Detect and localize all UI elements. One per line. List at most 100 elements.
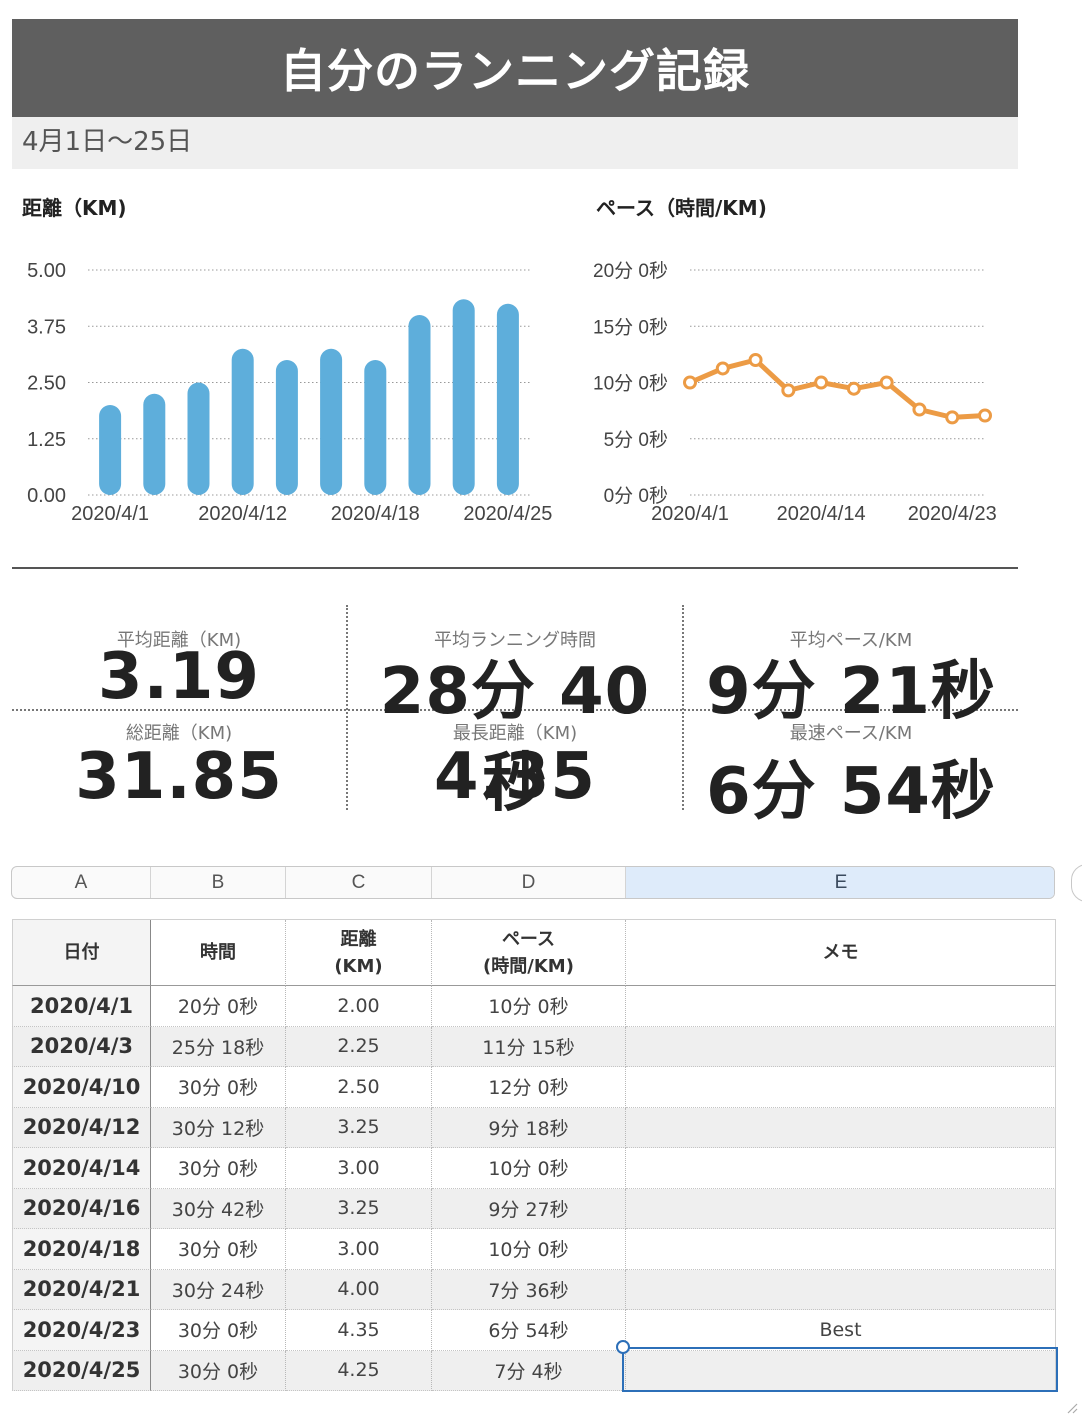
column-header-b[interactable]: B — [151, 867, 286, 898]
cell-distance[interactable]: 3.00 — [286, 1229, 432, 1270]
column-header-d[interactable]: D — [432, 867, 626, 898]
cell-date[interactable]: 2020/4/12 — [12, 1107, 151, 1148]
bar — [408, 315, 431, 495]
column-header-a[interactable]: A — [12, 867, 151, 898]
cell-pace[interactable]: 12分 0秒 — [432, 1067, 626, 1108]
cell-time[interactable]: 30分 0秒 — [151, 1067, 286, 1108]
header-pace-label: ペース — [501, 928, 556, 950]
cell-memo[interactable] — [626, 1107, 1056, 1148]
cell-memo[interactable] — [626, 1269, 1056, 1310]
cell-time[interactable]: 30分 0秒 — [151, 1229, 286, 1270]
avg-distance-value: 3.19 — [98, 640, 260, 714]
selection-handle[interactable] — [616, 1340, 630, 1354]
cell-date[interactable]: 2020/4/10 — [12, 1067, 151, 1108]
cell-time[interactable]: 30分 0秒 — [151, 1148, 286, 1189]
bar — [320, 348, 343, 495]
table-header-row: 日付 時間 距離 (KM) ペース (時間/KM) メモ — [12, 920, 1056, 986]
cell-time[interactable]: 20分 0秒 — [151, 986, 286, 1027]
line-point — [978, 408, 992, 423]
cell-distance[interactable]: 2.50 — [286, 1067, 432, 1108]
table-row: 2020/4/3 25分 18秒 2.25 11分 15秒 — [12, 1026, 1056, 1067]
bar — [143, 393, 166, 495]
cell-pace[interactable]: 10分 0秒 — [432, 1148, 626, 1189]
cell-pace[interactable]: 7分 4秒 — [432, 1350, 626, 1391]
cell-memo[interactable] — [626, 1229, 1056, 1270]
y-tick-label: 5.00 — [27, 260, 66, 282]
cell-memo[interactable] — [626, 986, 1056, 1027]
line-point — [879, 375, 894, 390]
cell-distance[interactable]: 2.00 — [286, 986, 432, 1027]
x-tick-label: 2020/4/18 — [331, 503, 420, 525]
cell-date[interactable]: 2020/4/3 — [12, 1026, 151, 1067]
cell-date[interactable]: 2020/4/1 — [12, 986, 151, 1027]
cell-memo[interactable] — [626, 1026, 1056, 1067]
selected-cell[interactable] — [622, 1347, 1058, 1392]
line-point — [912, 402, 927, 417]
cell-distance[interactable]: 3.00 — [286, 1148, 432, 1189]
cell-memo[interactable] — [626, 1067, 1056, 1108]
cell-distance[interactable]: 4.00 — [286, 1269, 432, 1310]
cell-pace[interactable]: 6分 54秒 — [432, 1310, 626, 1351]
data-table: 日付 時間 距離 (KM) ペース (時間/KM) メモ 2020/4/1 20分 0… — [12, 919, 1056, 1391]
cell-pace[interactable]: 9分 18秒 — [432, 1107, 626, 1148]
header-time[interactable]: 時間 — [151, 920, 286, 986]
table-row: 2020/4/21 30分 24秒 4.00 7分 36秒 — [12, 1269, 1056, 1310]
pace-chart-title: ペース（時間/KM) — [596, 196, 767, 220]
y-tick-label: 1.25 — [27, 429, 66, 451]
line-point — [846, 381, 861, 396]
line-point — [748, 353, 763, 367]
y-tick-label: 5分 0秒 — [604, 429, 668, 451]
cell-memo[interactable] — [626, 1188, 1056, 1229]
cell-distance[interactable]: 4.35 — [286, 1310, 432, 1351]
cell-distance[interactable]: 3.25 — [286, 1107, 432, 1148]
cell-time[interactable]: 25分 18秒 — [151, 1026, 286, 1067]
header-distance[interactable]: 距離 (KM) — [286, 920, 432, 986]
table-row: 2020/4/23 30分 0秒 4.35 6分 54秒 Best — [12, 1310, 1056, 1351]
header-memo[interactable]: メモ — [626, 920, 1056, 986]
cell-date[interactable]: 2020/4/25 — [12, 1350, 151, 1391]
cell-distance[interactable]: 4.25 — [286, 1350, 432, 1391]
cell-time[interactable]: 30分 0秒 — [151, 1350, 286, 1391]
cell-date[interactable]: 2020/4/18 — [12, 1229, 151, 1270]
cell-time[interactable]: 30分 24秒 — [151, 1269, 286, 1310]
pace-line-chart[interactable]: 0分 0秒5分 0秒10分 0秒15分 0秒20分 0秒2020/4/1 2020… — [570, 240, 1010, 540]
x-tick-label: 2020/4/1 — [651, 503, 729, 525]
cell-pace[interactable]: 7分 36秒 — [432, 1269, 626, 1310]
cell-distance[interactable]: 2.25 — [286, 1026, 432, 1067]
cell-pace[interactable]: 10分 0秒 — [432, 986, 626, 1027]
resize-handle-icon[interactable] — [1066, 1402, 1078, 1414]
cell-date[interactable]: 2020/4/21 — [12, 1269, 151, 1310]
section-divider — [12, 567, 1018, 569]
best-pace-value: 6分 54秒 — [706, 755, 996, 829]
cell-time[interactable]: 30分 0秒 — [151, 1310, 286, 1351]
cell-memo[interactable] — [626, 1148, 1056, 1189]
cell-pace[interactable]: 11分 15秒 — [432, 1026, 626, 1067]
column-header-e[interactable]: E — [626, 867, 1054, 898]
cell-time[interactable]: 30分 42秒 — [151, 1188, 286, 1229]
cell-time[interactable]: 30分 12秒 — [151, 1107, 286, 1148]
page-title: 自分のランニング記録 — [12, 19, 1018, 117]
table-row: 2020/4/16 30分 42秒 3.25 9分 27秒 — [12, 1188, 1056, 1229]
header-pace[interactable]: ペース (時間/KM) — [432, 920, 626, 986]
x-tick-label: 2020/4/1 — [71, 503, 149, 525]
cell-date[interactable]: 2020/4/23 — [12, 1310, 151, 1351]
cell-distance[interactable]: 3.25 — [286, 1188, 432, 1229]
cell-memo[interactable]: Best — [626, 1310, 1056, 1351]
x-tick-label: 2020/4/23 — [908, 503, 997, 525]
cell-date[interactable]: 2020/4/16 — [12, 1188, 151, 1229]
column-header-c[interactable]: C — [286, 867, 432, 898]
table-row: 2020/4/12 30分 12秒 3.25 9分 18秒 — [12, 1107, 1056, 1148]
y-tick-label: 10分 0秒 — [593, 373, 668, 395]
bar — [452, 299, 475, 495]
add-column-button[interactable] — [1071, 864, 1082, 902]
y-tick-label: 2.50 — [27, 373, 66, 395]
distance-bar-chart[interactable]: 0.00 1.25 2.50 3.75 5.00 2020/4/1 2020/4/12 202… — [0, 240, 560, 540]
cell-pace[interactable]: 9分 27秒 — [432, 1188, 626, 1229]
header-date[interactable]: 日付 — [12, 920, 151, 986]
cell-date[interactable]: 2020/4/14 — [12, 1148, 151, 1189]
bar — [275, 360, 298, 495]
line-point — [945, 410, 960, 425]
header-time-label: 時間 — [200, 942, 236, 963]
column-header-bar: A B C D E — [11, 866, 1055, 899]
cell-pace[interactable]: 10分 0秒 — [432, 1229, 626, 1270]
